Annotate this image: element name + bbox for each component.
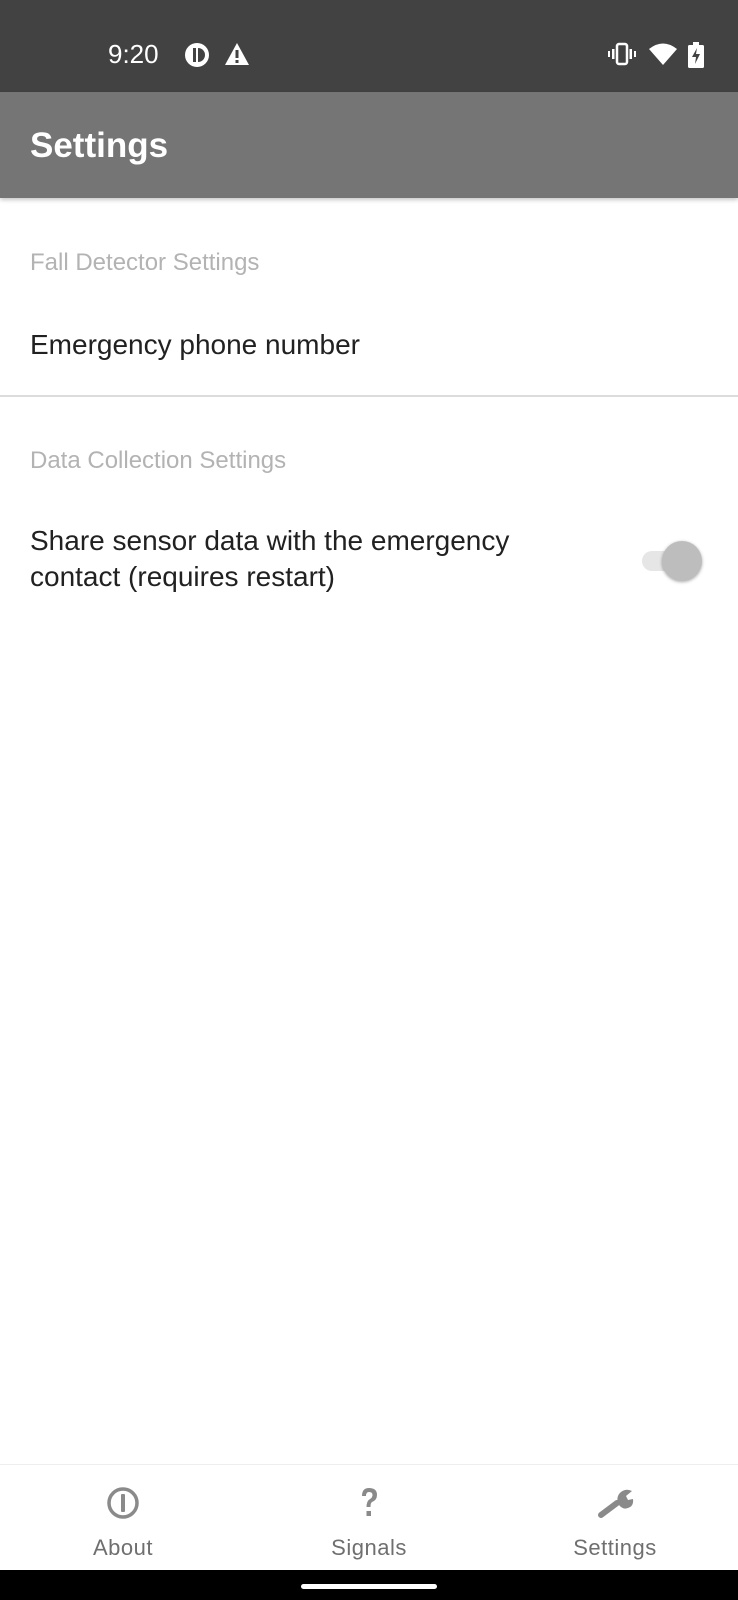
emergency-phone-title: Emergency phone number: [30, 329, 360, 360]
nav-item-settings[interactable]: Settings: [492, 1465, 738, 1571]
nav-item-about[interactable]: About: [0, 1465, 246, 1571]
section-divider: [0, 395, 738, 397]
share-data-title-line1: Share sensor data with the emergency: [30, 525, 510, 556]
alert-icon: [224, 42, 250, 66]
nav-label-signals: Signals: [331, 1535, 407, 1560]
settings-screen: 9:20 Settings Fall Detector Settings Eme…: [0, 0, 738, 1600]
question-mark-icon: [351, 1485, 387, 1521]
category-fall-detector: Fall Detector Settings: [30, 249, 260, 276]
system-navigation-bar: [0, 1570, 738, 1600]
wrench-icon: [597, 1485, 634, 1521]
vibrate-icon: [608, 42, 636, 66]
status-bar: 9:20: [0, 0, 738, 92]
switch-thumb: [662, 541, 702, 581]
bottom-navigation: About Signals Settings: [0, 1464, 738, 1570]
nav-label-settings: Settings: [573, 1535, 657, 1560]
app-bar: Settings: [0, 92, 738, 198]
status-time: 9:20: [108, 39, 159, 69]
page-title: Settings: [30, 126, 169, 165]
nav-item-signals[interactable]: Signals: [246, 1465, 492, 1571]
share-data-title-line2: contact (requires restart): [30, 561, 335, 592]
battery-charging-icon: [688, 42, 704, 68]
data-saver-icon: [184, 42, 210, 68]
share-data-switch[interactable]: [640, 541, 704, 581]
wifi-icon: [648, 42, 678, 66]
nav-label-about: About: [93, 1535, 153, 1560]
emergency-phone-preference[interactable]: Emergency phone number: [0, 310, 738, 394]
home-gesture-handle[interactable]: [301, 1584, 437, 1589]
share-sensor-data-preference[interactable]: Share sensor data with the emergency con…: [0, 510, 738, 610]
info-circle-icon: [105, 1485, 141, 1521]
category-data-collection: Data Collection Settings: [30, 447, 287, 474]
